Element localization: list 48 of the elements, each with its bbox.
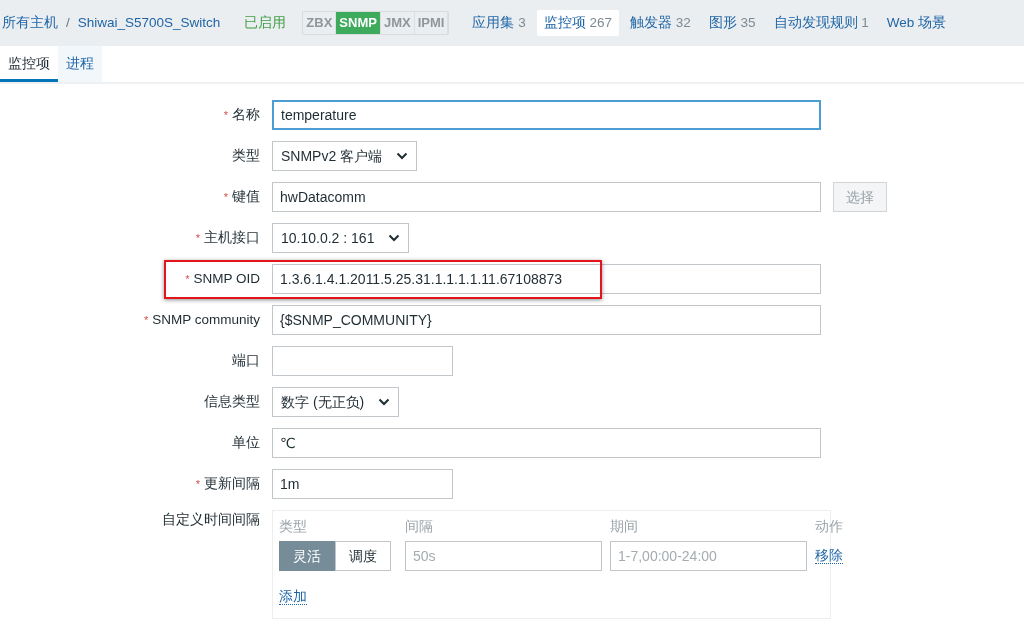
availability-badge: JMX (380, 12, 415, 34)
input-field[interactable]: temperature (272, 100, 821, 130)
field-label: * SNMP community (142, 310, 260, 329)
add-link[interactable]: 添加 (279, 589, 307, 606)
host-tab[interactable]: 监控项 267 (536, 9, 619, 37)
field-label: 单位 (231, 433, 260, 452)
input-field[interactable]: hwDatacomm (272, 182, 821, 212)
chevron-down-icon (388, 234, 401, 242)
input-field[interactable]: 1-7,00:00-24:00 (610, 541, 807, 572)
mode-toggle[interactable]: 灵活 (279, 541, 335, 572)
input-field[interactable]: {$SNMP_COMMUNITY} (272, 305, 821, 335)
input-field[interactable] (272, 346, 453, 376)
field-label: 端口 (231, 351, 260, 370)
remove-link[interactable]: 移除 (815, 548, 843, 565)
field-label: 类型 (231, 146, 260, 165)
host-status: 已启用 (244, 13, 287, 32)
column-header: 动作 (815, 518, 843, 536)
availability-badge: SNMP (336, 12, 381, 34)
host-tab[interactable]: 应用集 3 (465, 9, 533, 37)
host-tab[interactable]: 自动发现规则 1 (766, 9, 876, 37)
input-field[interactable]: 1m (272, 469, 453, 499)
field-label: * 更新间隔 (194, 474, 260, 493)
input-field[interactable]: 50s (405, 541, 602, 572)
breadcrumb-link[interactable]: 所有主机 (2, 12, 58, 34)
input-field[interactable]: ℃ (272, 428, 821, 458)
field-label: * 名称 (222, 105, 260, 124)
column-header: 期间 (610, 518, 639, 536)
tab[interactable]: 进程 (58, 46, 102, 82)
select-field[interactable]: 数字 (无正负) (272, 387, 400, 417)
host-tab[interactable]: Web 场景 (879, 9, 954, 37)
column-header: 间隔 (405, 518, 434, 536)
chevron-down-icon (378, 398, 391, 406)
availability-badge: IPMI (414, 12, 449, 34)
chevron-down-icon (396, 152, 409, 160)
field-label: * 主机接口 (194, 228, 260, 247)
field-label: 信息类型 (203, 392, 260, 411)
input-field[interactable]: 1.3.6.1.4.1.2011.5.25.31.1.1.1.1.11.67108873 (272, 264, 821, 294)
field-label: 自定义时间间隔 (161, 511, 260, 529)
breadcrumb-separator: / (66, 13, 70, 32)
select-field[interactable]: 10.10.0.2 : 161 (272, 223, 410, 253)
host-tab[interactable]: 图形 35 (701, 9, 763, 37)
host-tab[interactable]: 触发器 32 (622, 9, 698, 37)
breadcrumb-link[interactable]: Shiwai_S5700S_Switch (77, 12, 221, 34)
field-label: * SNMP OID (184, 269, 260, 288)
field-label: * 键值 (222, 187, 260, 206)
select-field[interactable]: SNMPv2 客户端 (272, 141, 418, 171)
mode-toggle[interactable]: 调度 (335, 541, 391, 572)
column-header: 类型 (279, 518, 308, 536)
